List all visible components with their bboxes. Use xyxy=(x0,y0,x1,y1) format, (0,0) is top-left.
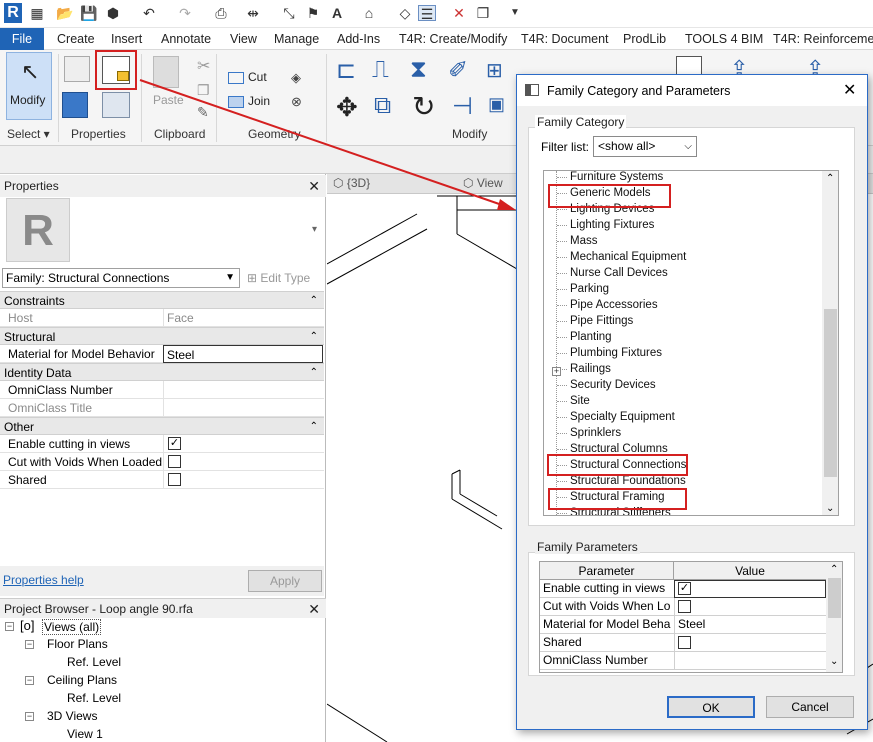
column-header-parameter[interactable]: Parameter xyxy=(540,562,674,580)
tree-connector xyxy=(557,417,567,418)
tree-connector xyxy=(557,385,567,386)
tree-connector xyxy=(557,353,567,354)
expand-icon[interactable]: + xyxy=(552,367,561,376)
parameter-row: Material for Model Beha Steel xyxy=(540,616,826,634)
scroll-up-icon[interactable]: ⌃ xyxy=(826,173,834,184)
filter-value: <show all> xyxy=(598,139,656,153)
parameter-value[interactable] xyxy=(674,580,826,598)
ok-button[interactable]: OK xyxy=(667,696,755,718)
scroll-down-icon[interactable]: ⌄ xyxy=(826,503,834,514)
column-header-value[interactable]: Value xyxy=(674,562,826,580)
category-scrollbar[interactable]: ⌃ ⌄ xyxy=(822,171,838,515)
tree-connector xyxy=(557,257,567,258)
scroll-up-icon[interactable]: ⌃ xyxy=(830,564,838,575)
tree-connector xyxy=(557,449,567,450)
tree-connector xyxy=(557,401,567,402)
parameter-value[interactable] xyxy=(674,598,826,616)
scroll-down-icon[interactable]: ⌄ xyxy=(830,656,838,667)
cancel-button[interactable]: Cancel xyxy=(766,696,854,718)
parameter-name: Shared xyxy=(543,635,582,649)
filter-dropdown[interactable]: <show all> ⌵ xyxy=(593,136,697,157)
family-parameters-legend: Family Parameters xyxy=(535,540,640,554)
tree-connector xyxy=(557,305,567,306)
category-item[interactable]: Pipe Fittings xyxy=(570,313,633,329)
chevron-down-icon: ⌵ xyxy=(684,141,692,152)
dialog-title-bar: Family Category and Parameters ✕ xyxy=(517,75,867,106)
parameter-checkbox[interactable] xyxy=(678,600,691,613)
dialog-app-icon xyxy=(525,84,539,96)
parameters-scrollbar[interactable]: ⌃ ⌄ xyxy=(826,562,842,672)
tree-connector xyxy=(557,289,567,290)
category-item[interactable]: Mass xyxy=(570,233,597,249)
highlight-generic-models xyxy=(548,184,671,208)
tree-connector xyxy=(557,273,567,274)
family-category-dialog: Family Category and Parameters ✕ Family … xyxy=(516,74,868,730)
dialog-title: Family Category and Parameters xyxy=(547,84,731,98)
category-item[interactable]: Mechanical Equipment xyxy=(570,249,686,265)
parameter-value[interactable]: Steel xyxy=(674,616,826,634)
tree-connector xyxy=(557,481,567,482)
parameter-row: Enable cutting in views ✓ xyxy=(540,580,826,598)
filter-label: Filter list: xyxy=(541,140,589,154)
parameter-row: OmniClass Number xyxy=(540,652,826,670)
category-item[interactable]: Pipe Accessories xyxy=(570,297,658,313)
parameter-checkbox[interactable]: ✓ xyxy=(678,582,691,595)
highlight-structural-framing xyxy=(548,488,687,510)
tree-connector xyxy=(557,225,567,226)
category-item[interactable]: Site xyxy=(570,393,590,409)
category-item[interactable]: Furniture Systems xyxy=(570,171,663,185)
tree-connector xyxy=(557,433,567,434)
table-header: Parameter Value xyxy=(540,562,826,580)
dialog-close-icon[interactable]: ✕ xyxy=(843,80,856,100)
highlight-structural-connections xyxy=(547,454,688,476)
category-item[interactable]: Sprinklers xyxy=(570,425,621,441)
category-item[interactable]: Planting xyxy=(570,329,612,345)
parameter-value[interactable] xyxy=(674,652,826,670)
parameter-name: Cut with Voids When Lo xyxy=(543,599,671,613)
tree-connector xyxy=(557,177,567,178)
parameter-name: Enable cutting in views xyxy=(543,581,666,595)
tree-connector xyxy=(557,337,567,338)
tree-connector xyxy=(557,241,567,242)
tree-connector xyxy=(557,321,567,322)
parameter-name: Material for Model Beha xyxy=(543,617,671,631)
category-item[interactable]: Specialty Equipment xyxy=(570,409,675,425)
category-item[interactable]: Plumbing Fixtures xyxy=(570,345,662,361)
parameter-checkbox[interactable] xyxy=(678,636,691,649)
parameter-row: Shared xyxy=(540,634,826,652)
parameter-row: Cut with Voids When Lo xyxy=(540,598,826,616)
category-item[interactable]: Parking xyxy=(570,281,609,297)
category-item[interactable]: Nurse Call Devices xyxy=(570,265,668,281)
category-item[interactable]: Railings xyxy=(570,361,611,377)
parameter-name: OmniClass Number xyxy=(543,653,648,667)
parameter-value[interactable] xyxy=(674,634,826,652)
family-category-legend: Family Category xyxy=(535,115,627,129)
parameters-table: Parameter Value Enable cutting in views ✓… xyxy=(539,561,843,673)
tree-connector xyxy=(557,513,567,514)
scroll-thumb[interactable] xyxy=(824,309,837,477)
category-item[interactable]: Security Devices xyxy=(570,377,656,393)
scroll-thumb[interactable] xyxy=(828,578,841,618)
category-item[interactable]: Lighting Fixtures xyxy=(570,217,654,233)
tree-connector xyxy=(557,209,567,210)
